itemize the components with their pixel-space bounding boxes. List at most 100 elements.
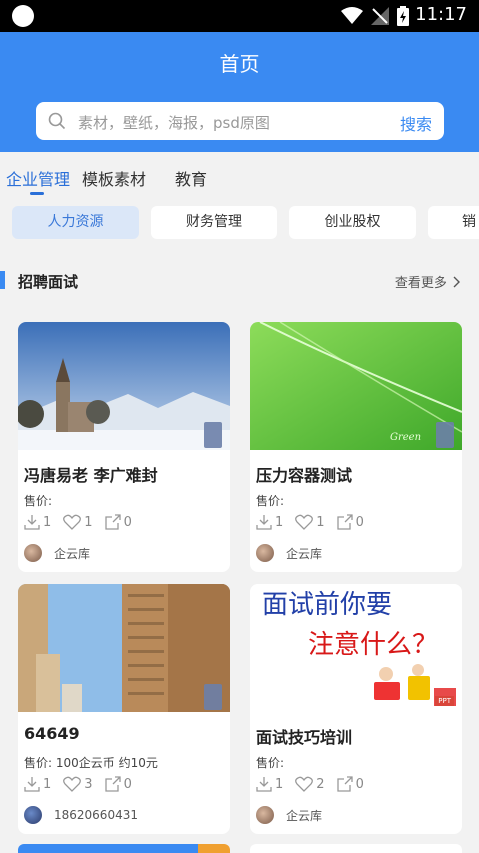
search-bar[interactable]: 素材，壁纸，海报，psd原图 搜索 <box>36 102 444 140</box>
like-count[interactable]: 1 <box>295 514 325 530</box>
download-count-value: 1 <box>43 514 52 530</box>
avatar <box>256 806 274 824</box>
section-header: 招聘面试 查看更多 <box>0 268 479 294</box>
share-count[interactable]: 0 <box>336 776 364 792</box>
resource-card[interactable]: 面试前你要 注意什么？ PPT 面试技巧培训 售价: 1 2 0 企云库 <box>250 584 462 834</box>
heart-icon <box>295 776 314 792</box>
author-name: 企云库 <box>54 546 91 561</box>
download-count-value: 1 <box>275 776 284 792</box>
ppt-badge: PPT <box>435 696 454 706</box>
section-accent-bar <box>0 271 5 289</box>
download-count[interactable]: 1 <box>24 776 51 792</box>
share-count[interactable]: 0 <box>336 514 364 530</box>
subcategory-chips: 人力资源 财务管理 创业股权 销 <box>0 206 479 240</box>
card-price: 售价: <box>24 494 53 508</box>
heart-icon <box>63 514 82 530</box>
status-icons <box>341 6 409 26</box>
avatar <box>24 806 42 824</box>
card-stats: 1 2 0 <box>256 776 376 792</box>
search-icon <box>48 112 66 130</box>
category-tabs: 企业管理 模板素材 教育 <box>0 152 479 200</box>
search-input[interactable]: 素材，壁纸，海报，psd原图 <box>78 112 270 133</box>
like-count[interactable]: 2 <box>295 776 325 792</box>
card-thumbnail: Green <box>250 322 462 450</box>
tab-enterprise-management[interactable]: 企业管理 <box>6 166 70 190</box>
header: 首页 素材，壁纸，海报，psd原图 搜索 <box>0 32 479 152</box>
card-author[interactable]: 18620660431 <box>24 806 138 824</box>
status-time: 11:17 <box>415 4 467 25</box>
card-stats: 1 3 0 <box>24 776 144 792</box>
share-count-value: 0 <box>355 514 364 530</box>
chip-human-resources[interactable]: 人力资源 <box>12 206 139 239</box>
like-count[interactable]: 3 <box>63 776 93 792</box>
green-abstract-image: Green <box>250 322 462 450</box>
card-stats: 1 1 0 <box>24 514 144 530</box>
chip-sales[interactable]: 销 <box>428 206 479 239</box>
like-count[interactable]: 1 <box>63 514 93 530</box>
share-count-value: 0 <box>123 776 132 792</box>
resource-card[interactable]: 64649 售价: 100企云币 约10元 1 3 0 18620660431 <box>18 584 230 834</box>
active-tab-indicator <box>30 192 44 195</box>
download-count[interactable]: 1 <box>256 776 283 792</box>
see-more-link[interactable]: 查看更多 <box>395 272 461 291</box>
card-thumbnail <box>18 584 230 712</box>
heart-icon <box>63 776 82 792</box>
share-icon <box>104 514 121 530</box>
share-count-value: 0 <box>355 776 364 792</box>
wifi-icon <box>341 7 363 24</box>
heart-icon <box>295 514 314 530</box>
zip-file-icon <box>204 422 222 448</box>
card-author[interactable]: 企云库 <box>24 544 90 562</box>
card-price: 售价: 100企云币 约10元 <box>24 756 158 770</box>
section-title: 招聘面试 <box>18 273 79 291</box>
share-icon <box>336 776 353 792</box>
svg-text:Green: Green <box>390 432 421 443</box>
cover-line-1: 面试前你要 <box>262 590 393 620</box>
zip-file-icon <box>436 422 454 448</box>
download-icon <box>24 515 40 530</box>
tab-education[interactable]: 教育 <box>175 166 207 190</box>
share-icon <box>104 776 121 792</box>
download-icon <box>256 777 272 792</box>
search-button[interactable]: 搜索 <box>400 111 432 135</box>
battery-charging-icon <box>397 6 409 26</box>
card-price: 售价: <box>256 494 285 508</box>
like-count-value: 3 <box>84 776 93 792</box>
like-count-value: 1 <box>84 514 93 530</box>
next-card-peek <box>250 844 462 853</box>
card-stats: 1 1 0 <box>256 514 376 530</box>
avatar <box>256 544 274 562</box>
chip-finance[interactable]: 财务管理 <box>151 206 277 239</box>
share-count[interactable]: 0 <box>104 514 132 530</box>
download-icon <box>24 777 40 792</box>
card-author[interactable]: 企云库 <box>256 806 322 824</box>
next-card-peek <box>18 844 230 853</box>
download-count-value: 1 <box>43 776 52 792</box>
card-title: 64649 <box>24 724 80 743</box>
see-more-label: 查看更多 <box>394 276 447 291</box>
download-count[interactable]: 1 <box>256 514 283 530</box>
download-count-value: 1 <box>275 514 284 530</box>
castle-landscape-image <box>18 322 230 450</box>
tab-template-materials[interactable]: 模板素材 <box>82 166 146 190</box>
card-author[interactable]: 企云库 <box>256 544 322 562</box>
author-name: 18620660431 <box>54 808 138 822</box>
card-title: 冯唐易老 李广难封 <box>24 466 158 485</box>
zip-file-icon <box>204 684 222 710</box>
card-title: 压力容器测试 <box>256 466 353 485</box>
avatar <box>24 544 42 562</box>
status-bar: 11:17 <box>0 0 479 32</box>
download-count[interactable]: 1 <box>24 514 51 530</box>
share-count[interactable]: 0 <box>104 776 132 792</box>
signal-off-icon <box>371 7 389 25</box>
like-count-value: 1 <box>316 514 325 530</box>
notification-dot-icon <box>12 5 34 27</box>
author-name: 企云库 <box>286 546 323 561</box>
chip-startup-equity[interactable]: 创业股权 <box>289 206 416 239</box>
author-name: 企云库 <box>286 808 323 823</box>
resource-card[interactable]: Green 压力容器测试 售价: 1 1 0 企云库 <box>250 322 462 572</box>
share-count-value: 0 <box>123 514 132 530</box>
card-title: 面试技巧培训 <box>256 728 353 747</box>
share-icon <box>336 514 353 530</box>
resource-card[interactable]: 冯唐易老 李广难封 售价: 1 1 0 企云库 <box>18 322 230 572</box>
